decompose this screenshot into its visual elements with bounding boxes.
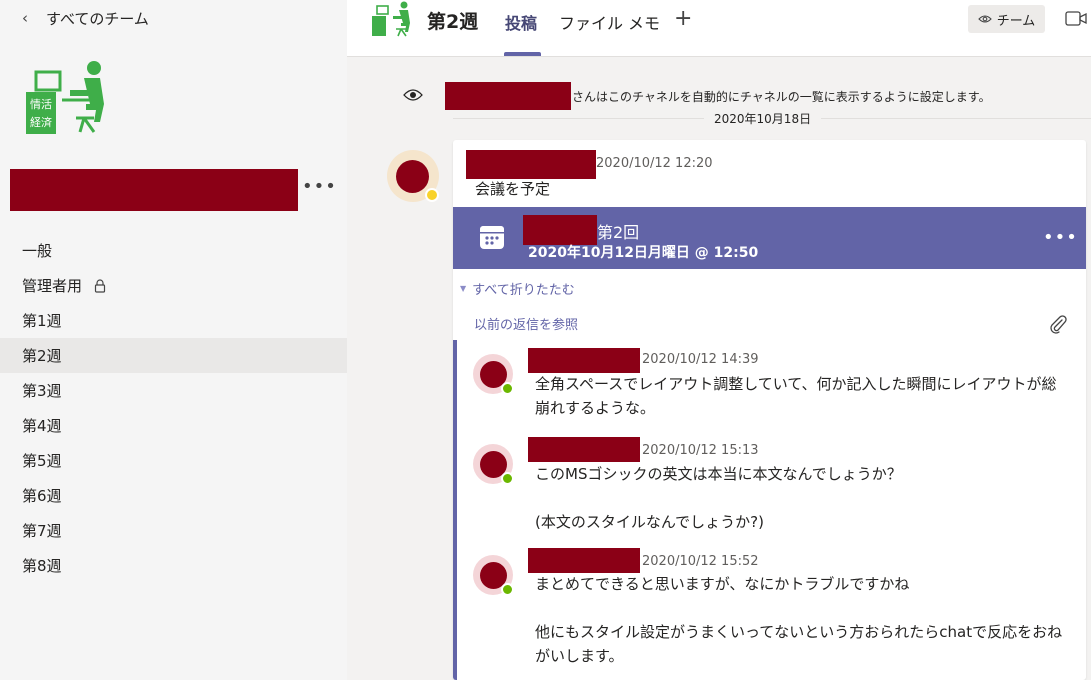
see-previous-replies-link[interactable]: 以前の返信を参照 xyxy=(474,314,578,333)
team-more-options-button[interactable]: ••• xyxy=(302,176,337,197)
meeting-more-options-button[interactable]: ••• xyxy=(1043,227,1078,248)
avatar[interactable] xyxy=(473,354,514,395)
reply-author-redacted[interactable] xyxy=(528,437,640,462)
channel-label: 第2週 xyxy=(22,347,62,365)
available-status-icon xyxy=(501,583,514,596)
tab-posts[interactable]: 投稿 xyxy=(505,10,537,34)
meeting-date: 2020年10月12日月曜日 @ 12:50 xyxy=(528,245,759,261)
post-author-redacted[interactable] xyxy=(466,150,596,179)
post-timestamp: 2020/10/12 12:20 xyxy=(596,156,713,171)
date-separator: 2020年10月18日 xyxy=(347,110,1091,127)
team-button-label: チーム xyxy=(996,13,1036,29)
channel-header: 第2週 投稿 ファイル メモ + チーム xyxy=(347,0,1091,57)
collapse-all-label: すべて折りたたむ xyxy=(472,283,575,298)
channel-title: 第2週 xyxy=(427,11,479,33)
away-status-icon xyxy=(425,188,439,202)
team-logo-small xyxy=(372,1,410,37)
channel-label: 管理者用 xyxy=(22,277,83,295)
avatar[interactable] xyxy=(473,444,514,485)
reply-text: まとめてできると思いますが、なにかトラブルですかね 他にもスタイル設定がうまくい… xyxy=(535,575,1063,665)
reply-timestamp: 2020/10/12 14:39 xyxy=(642,352,759,367)
channel-item-week2[interactable]: 第2週 xyxy=(0,338,347,373)
reply-author-redacted[interactable] xyxy=(528,348,640,373)
reply-thread: 2020/10/12 14:39 全角スペースでレイアウト調整していて、何か記入… xyxy=(453,340,1086,680)
meet-now-icon[interactable] xyxy=(1065,9,1087,29)
post-body: 会議を予定 xyxy=(475,180,551,198)
channel-item-admin[interactable]: 管理者用 xyxy=(0,268,347,303)
channel-item-general[interactable]: 一般 xyxy=(0,233,347,268)
logo-text-2: 経済 xyxy=(30,115,52,129)
tab-notes[interactable]: メモ xyxy=(628,10,660,34)
channel-label: 第8週 xyxy=(22,557,62,575)
channel-list: 一般 管理者用 第1週 第2週 第3週 第4週 第5週 第6週 第7週 第8週 xyxy=(0,233,347,583)
channel-label: 第4週 xyxy=(22,417,62,435)
channel-label: 第6週 xyxy=(22,487,62,505)
channel-item-week6[interactable]: 第6週 xyxy=(0,478,347,513)
meeting-card[interactable]: 第2回 2020年10月12日月曜日 @ 12:50 ••• xyxy=(453,207,1086,269)
team-name-redacted[interactable] xyxy=(10,169,298,211)
back-label: すべてのチーム xyxy=(46,9,149,28)
channel-label: 一般 xyxy=(22,242,53,260)
channel-item-week1[interactable]: 第1週 xyxy=(0,303,347,338)
triangle-down-icon: ▼ xyxy=(460,284,467,293)
avatar[interactable] xyxy=(473,555,514,596)
system-message-user-redacted xyxy=(445,82,571,110)
channel-item-week3[interactable]: 第3週 xyxy=(0,373,347,408)
meeting-title-redacted xyxy=(523,215,597,245)
channel-item-week4[interactable]: 第4週 xyxy=(0,408,347,443)
channel-label: 第3週 xyxy=(22,382,62,400)
avatar-image-redacted xyxy=(396,160,429,193)
paperclip-icon[interactable] xyxy=(1049,314,1067,334)
calendar-icon xyxy=(480,226,504,249)
back-to-all-teams-link[interactable]: ‹ すべてのチーム xyxy=(22,7,149,29)
channel-label: 第7週 xyxy=(22,522,62,540)
channel-item-week8[interactable]: 第8週 xyxy=(0,548,347,583)
available-status-icon xyxy=(501,382,514,395)
reply-text: 全角スペースでレイアウト調整していて、何か記入した瞬間にレイアウトが総崩れするよ… xyxy=(535,375,1057,417)
channel-label: 第5週 xyxy=(22,452,62,470)
logo-text-1: 情活 xyxy=(30,98,52,111)
reply-timestamp: 2020/10/12 15:13 xyxy=(642,443,759,458)
team-sidebar: ‹ すべてのチーム 情活 経済 ••• 一般 管理者用 第1週 第2週 第3週 … xyxy=(0,0,347,680)
channel-label: 第1週 xyxy=(22,312,62,330)
add-tab-button[interactable]: + xyxy=(674,6,692,31)
post-card: 2020/10/12 12:20 会議を予定 第2回 2020年10月12日月曜… xyxy=(453,140,1086,680)
collapse-all-button[interactable]: ▼ すべて折りたたむ xyxy=(460,279,575,298)
reply-text: このMSゴシックの英文は本当に本文なんでしょうか？ (本文のスタイルなんでしょう… xyxy=(535,465,902,531)
active-tab-indicator xyxy=(504,52,541,56)
system-message: さんはこのチャネルを自動的にチャネルの一覧に表示するように設定します。 xyxy=(572,90,991,104)
reply-timestamp: 2020/10/12 15:52 xyxy=(642,554,759,569)
conversation-feed: さんはこのチャネルを自動的にチャネルの一覧に表示するように設定します。 2020… xyxy=(347,57,1091,680)
date-separator-label: 2020年10月18日 xyxy=(704,110,822,127)
eye-icon xyxy=(977,15,992,23)
meeting-title: 第2回 xyxy=(597,223,640,242)
channel-item-week7[interactable]: 第7週 xyxy=(0,513,347,548)
channel-item-week5[interactable]: 第5週 xyxy=(0,443,347,478)
tab-files[interactable]: ファイル xyxy=(559,10,623,34)
avatar[interactable] xyxy=(387,150,439,202)
team-button[interactable]: チーム xyxy=(968,5,1045,33)
available-status-icon xyxy=(501,472,514,485)
lock-icon xyxy=(94,278,106,293)
chevron-left-icon: ‹ xyxy=(22,9,28,27)
eye-icon xyxy=(403,89,423,101)
team-logo: 情活 経済 xyxy=(26,61,104,134)
reply-author-redacted[interactable] xyxy=(528,548,640,573)
